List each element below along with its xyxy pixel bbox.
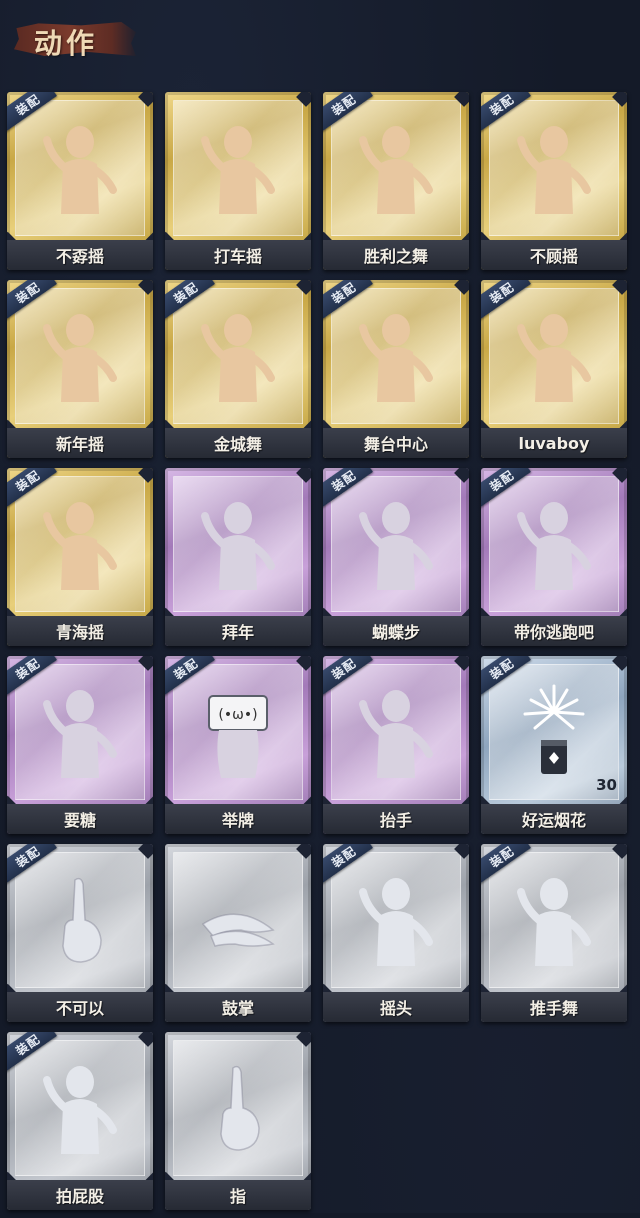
item-count: 30 [596, 776, 617, 794]
emote-card[interactable]: 拜年 [165, 468, 311, 646]
card-label-bar: 举牌 [165, 804, 311, 834]
emote-card[interactable]: 装配 新年摇 [7, 280, 153, 458]
dance-pose-icon [353, 118, 439, 218]
dance-pose-icon [195, 118, 281, 218]
page-title: 动作 [34, 27, 99, 60]
dance-pose-icon [511, 494, 597, 594]
firework-icon [511, 682, 597, 782]
card-label-bar: 蝴蝶步 [323, 616, 469, 646]
emote-name: luvaboy [518, 433, 590, 453]
bow-pose-icon [195, 494, 281, 594]
emote-name: 胜利之舞 [363, 247, 428, 266]
emote-grid: 装配不孬摇 打车摇 装配胜利之舞 装配不顾摇 装配新年摇 装配金城舞 [4, 90, 630, 1218]
emote-card[interactable]: 装配 不顾摇 [481, 92, 627, 270]
emote-name: 指 [229, 1187, 246, 1206]
raise-hand-pose-icon [353, 682, 439, 782]
dance-pose-icon [37, 306, 123, 406]
emote-name: 拜年 [221, 623, 254, 642]
emote-card[interactable]: 鼓掌 [165, 844, 311, 1022]
emote-name: 推手舞 [529, 999, 578, 1018]
emote-card[interactable]: 打车摇 [165, 92, 311, 270]
emote-name: 摇头 [379, 999, 412, 1018]
emote-name: 好运烟花 [521, 811, 586, 830]
card-label-bar: 好运烟花 [481, 804, 627, 834]
emote-card[interactable]: 装配 抬手 [323, 656, 469, 834]
emote-name: 舞台中心 [363, 435, 428, 454]
emote-card[interactable]: 指 [165, 1032, 311, 1210]
card-label-bar: 打车摇 [165, 240, 311, 270]
sign-pose-icon: (•ω•) [195, 682, 281, 782]
card-label-bar: 不孬摇 [7, 240, 153, 270]
emote-card[interactable]: 装配 胜利之舞 [323, 92, 469, 270]
dance-pose-icon [37, 118, 123, 218]
slap-pose-icon [37, 1058, 123, 1158]
point-icon [195, 1058, 281, 1158]
card-label-bar: 带你逃跑吧 [481, 616, 627, 646]
card-label-bar: luvaboy [481, 428, 627, 458]
dance-pose-icon [37, 494, 123, 594]
dance-pose-icon [511, 118, 597, 218]
emote-card[interactable]: 装配 蝴蝶步 [323, 468, 469, 646]
emote-card[interactable]: 装配 舞台中心 [323, 280, 469, 458]
emote-card[interactable]: 装配 不可以 [7, 844, 153, 1022]
emote-name: 不顾摇 [529, 247, 578, 266]
dance-pose-icon [195, 306, 281, 406]
dance-pose-icon [511, 306, 597, 406]
emote-card[interactable]: 装配 拍屁股 [7, 1032, 153, 1210]
card-label-bar: 不可以 [7, 992, 153, 1022]
emote-name: 不可以 [55, 999, 104, 1018]
emote-card[interactable]: 装配 青海摇 [7, 468, 153, 646]
emote-card[interactable]: 装配 要糖 [7, 656, 153, 834]
card-label-bar: 鼓掌 [165, 992, 311, 1022]
card-label-bar: 要糖 [7, 804, 153, 834]
emote-name: 举牌 [221, 811, 254, 830]
emote-name: 蝴蝶步 [371, 623, 420, 642]
emote-name: 新年摇 [55, 435, 104, 454]
emote-card[interactable]: 装配 推手舞 [481, 844, 627, 1022]
emote-name: 带你逃跑吧 [513, 623, 594, 642]
card-label-bar: 舞台中心 [323, 428, 469, 458]
dance-pose-icon [353, 494, 439, 594]
push-dance-pose-icon [511, 870, 597, 970]
emote-name: 金城舞 [213, 435, 262, 454]
shake-head-pose-icon [353, 870, 439, 970]
finger-wag-icon [37, 870, 123, 970]
emote-card[interactable]: 装配 luvaboy [481, 280, 627, 458]
card-label-bar: 胜利之舞 [323, 240, 469, 270]
emote-name: 打车摇 [213, 247, 262, 266]
emote-card[interactable]: 装配 金城舞 [165, 280, 311, 458]
emote-name: 抬手 [379, 811, 412, 830]
card-label-bar: 金城舞 [165, 428, 311, 458]
emote-name: 拍屁股 [55, 1187, 104, 1206]
card-label-bar: 不顾摇 [481, 240, 627, 270]
emote-name: 要糖 [63, 811, 96, 830]
card-label-bar: 拍屁股 [7, 1180, 153, 1210]
reach-pose-icon [37, 682, 123, 782]
emote-name: 不孬摇 [55, 247, 104, 266]
card-label-bar: 青海摇 [7, 616, 153, 646]
svg-text:(•ω•): (•ω•) [218, 707, 257, 723]
emote-card[interactable]: 装配 不孬摇 [7, 92, 153, 270]
card-label-bar: 摇头 [323, 992, 469, 1022]
clap-icon [195, 870, 281, 970]
emote-card[interactable]: 装配 带你逃跑吧 [481, 468, 627, 646]
emote-name: 青海摇 [55, 623, 104, 642]
emote-card[interactable]: 30 装配 好运烟花 [481, 656, 627, 834]
emote-card[interactable]: (•ω•) 装配 举牌 [165, 656, 311, 834]
card-label-bar: 抬手 [323, 804, 469, 834]
dance-pose-icon [353, 306, 439, 406]
card-label-bar: 新年摇 [7, 428, 153, 458]
section-header: 动作 [14, 14, 136, 60]
emote-name: 鼓掌 [221, 999, 254, 1018]
card-label-bar: 指 [165, 1180, 311, 1210]
card-label-bar: 推手舞 [481, 992, 627, 1022]
card-label-bar: 拜年 [165, 616, 311, 646]
emote-card[interactable]: 装配 摇头 [323, 844, 469, 1022]
